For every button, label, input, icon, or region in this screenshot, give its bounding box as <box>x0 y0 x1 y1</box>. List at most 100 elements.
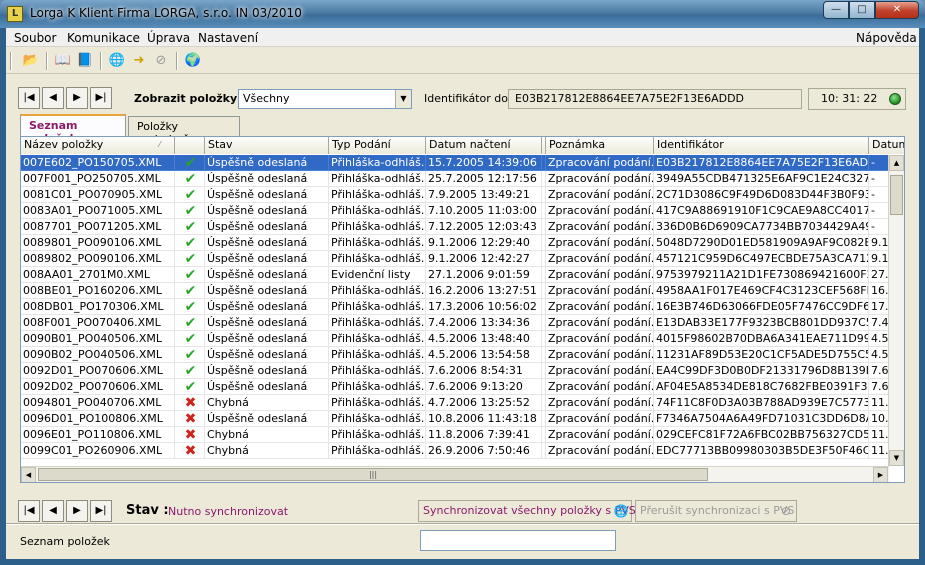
book-icon[interactable]: 📘 <box>76 52 94 70</box>
table-cell-datum: 7.4.2006 13:34:36 <box>426 315 542 331</box>
table-row[interactable]: 007F001_PO250705.XML ✔ Úspěšně odeslaná Při… <box>21 171 904 187</box>
close-button[interactable]: ✕ <box>875 1 919 19</box>
menu-napoveda[interactable]: Nápověda <box>856 31 917 45</box>
menu-uprava[interactable]: Úprava <box>147 31 190 45</box>
filter-select[interactable]: Všechny ▼ <box>238 89 412 109</box>
table-row[interactable]: 008BE01_PO160206.XML ✔ Úspěšně odeslaná Při… <box>21 283 904 299</box>
table-row[interactable]: 0092D02_PO070606.XML ✔ Úspěšně odeslaná Při… <box>21 379 904 395</box>
scroll-down-icon[interactable]: ▼ <box>889 450 904 466</box>
nav-last-button[interactable]: ▶| <box>90 87 112 109</box>
table-cell-typ: Přihláška-odhláš... <box>329 251 426 267</box>
column-header-datum[interactable]: Datum načtení <box>426 137 542 154</box>
minimize-button[interactable]: — <box>823 1 849 19</box>
arrow-right-icon[interactable]: ➜ <box>130 52 148 70</box>
column-header-poznamka[interactable]: Poznámka <box>546 137 654 154</box>
table-cell-typ: Přihláška-odhláš... <box>329 299 426 315</box>
column-header-nazev[interactable]: Název položky <box>21 137 175 154</box>
table-cell-typ: Přihláška-odhláš... <box>329 219 426 235</box>
column-header-datum2[interactable]: Datum <box>869 137 904 154</box>
title-bar[interactable]: L Lorga K Klient Firma LORGA, s.r.o. IN … <box>0 0 925 28</box>
table-cell-stav: Úspěšně odeslaná <box>205 251 329 267</box>
table-row[interactable]: 0096D01_PO100806.XML ✖ Úspěšně odeslaná Při… <box>21 411 904 427</box>
scroll-up-icon[interactable]: ▲ <box>889 155 904 171</box>
table-row[interactable]: 008AA01_2701M0.XML ✔ Úspěšně odeslaná Evide… <box>21 267 904 283</box>
checkmark-icon: ✔ <box>175 155 205 171</box>
table-cell-pozn: Zpracování podání... <box>546 395 654 411</box>
table-row[interactable]: 0096E01_PO110806.XML ✖ Chybná Přihláška-odh… <box>21 427 904 443</box>
bottom-nav-next-button[interactable]: ▶ <box>66 500 88 522</box>
maximize-button[interactable]: □ <box>849 1 875 19</box>
items-grid[interactable]: Název položky Stav Typ Podání Datum načt… <box>20 136 905 483</box>
tab-seznam-polozek[interactable]: Seznam položek <box>20 114 126 145</box>
table-cell-id: 9753979211A21D1FE730869421600F22 <box>654 267 869 283</box>
table-row[interactable]: 0089801_PO090106.XML ✔ Úspěšně odeslaná Při… <box>21 235 904 251</box>
table-cell-datum: 7.10.2005 11:03:00 <box>426 203 542 219</box>
table-cell-typ: Přihláška-odhláš... <box>329 395 426 411</box>
table-row[interactable]: 0090B02_PO040506.XML ✔ Úspěšně odeslaná Při… <box>21 347 904 363</box>
checkmark-icon: ✔ <box>175 331 205 347</box>
bottom-nav-prev-button[interactable]: ◀ <box>42 500 64 522</box>
table-row[interactable]: 0089802_PO090106.XML ✔ Úspěšně odeslaná Při… <box>21 251 904 267</box>
table-row[interactable]: 0083A01_PO071005.XML ✔ Úspěšně odeslaná Při… <box>21 203 904 219</box>
globe-settings-icon[interactable]: 🌍 <box>184 52 202 70</box>
cancel-icon: ⊘ <box>780 504 792 518</box>
table-row[interactable]: 007E602_PO150705.XML ✔ Úspěšně odeslaná Při… <box>21 155 904 171</box>
toolbar-grip <box>10 52 12 70</box>
vertical-scrollbar[interactable]: ▲ ▼ <box>888 155 904 466</box>
table-row[interactable]: 0099C01_PO260906.XML ✖ Chybná Přihláška-odh… <box>21 443 904 459</box>
horizontal-scrollbar[interactable]: ◀ ||| ▶ <box>21 466 889 482</box>
table-cell-stav: Úspěšně odeslaná <box>205 379 329 395</box>
menu-komunikace[interactable]: Komunikace <box>67 31 140 45</box>
menu-nastaveni[interactable]: Nastavení <box>198 31 258 45</box>
nav-next-button[interactable]: ▶ <box>66 87 88 109</box>
table-cell-pozn: Zpracování podání... <box>546 363 654 379</box>
bottom-nav-last-button[interactable]: ▶| <box>90 500 112 522</box>
checkmark-icon: ✔ <box>175 283 205 299</box>
chevron-down-icon[interactable]: ▼ <box>395 90 411 108</box>
nav-first-button[interactable]: |◀ <box>18 87 40 109</box>
table-cell-pozn: Zpracování podání... <box>546 427 654 443</box>
table-row[interactable]: 0090B01_PO040506.XML ✔ Úspěšně odeslaná Při… <box>21 331 904 347</box>
book-open-icon[interactable]: 📖 <box>54 52 72 70</box>
scroll-right-icon[interactable]: ▶ <box>873 467 888 482</box>
menu-soubor[interactable]: Soubor <box>14 31 56 45</box>
table-cell-stav: Úspěšně odeslaná <box>205 267 329 283</box>
table-cell-stav: Úspěšně odeslaná <box>205 171 329 187</box>
open-folder-icon[interactable]: 📂 <box>22 52 40 70</box>
table-cell-stav: Chybná <box>205 427 329 443</box>
hscroll-thumb[interactable]: ||| <box>38 468 708 481</box>
table-row[interactable]: 0094801_PO040706.XML ✖ Chybná Přihláška-odh… <box>21 395 904 411</box>
bottom-nav-first-button[interactable]: |◀ <box>18 500 40 522</box>
table-row[interactable]: 0092D01_PO070606.XML ✔ Úspěšně odeslaná Při… <box>21 363 904 379</box>
column-header-identifikator[interactable]: Identifikátor <box>654 137 869 154</box>
column-header-stav[interactable]: Stav <box>205 137 329 154</box>
stop-sync-button[interactable]: Přerušit synchronizaci s PVS ⊘ <box>635 500 797 522</box>
table-cell-name: 0089801_PO090106.XML <box>21 235 175 251</box>
checkmark-icon: ✔ <box>175 347 205 363</box>
table-row[interactable]: 008F001_PO070406.XML ✔ Úspěšně odeslaná Při… <box>21 315 904 331</box>
cancel-icon[interactable]: ⊘ <box>152 52 170 70</box>
table-cell-id: 5048D7290D01ED581909A9AF9C082E50 <box>654 235 869 251</box>
scroll-thumb[interactable] <box>890 175 903 215</box>
table-cell-name: 008BE01_PO160206.XML <box>21 283 175 299</box>
column-header-typ[interactable]: Typ Podání <box>329 137 426 154</box>
sync-all-button[interactable]: Synchronizovat všechny položky s PVS 🌐 <box>418 500 636 522</box>
nav-prev-button[interactable]: ◀ <box>42 87 64 109</box>
column-header-icon[interactable] <box>175 137 205 154</box>
globe-sync-icon[interactable]: 🌐 <box>108 52 126 70</box>
table-cell-id: 3949A55CDB471325E6AF9C1E24C327EF <box>654 171 869 187</box>
table-cell-pozn: Zpracování podání... <box>546 187 654 203</box>
table-cell-typ: Přihláška-odhláš... <box>329 363 426 379</box>
table-row[interactable]: 008DB01_PO170306.XML ✔ Úspěšně odeslaná Při… <box>21 299 904 315</box>
tab-polozky-podrobne[interactable]: Položky podrobně <box>128 116 240 146</box>
table-cell-name: 0087701_PO071205.XML <box>21 219 175 235</box>
table-row[interactable]: 0081C01_PO070905.XML ✔ Úspěšně odeslaná Při… <box>21 187 904 203</box>
checkmark-icon: ✔ <box>175 315 205 331</box>
table-cell-id: 2C71D3086C9F49D6D083D44F3B0F9371 <box>654 187 869 203</box>
table-row[interactable]: 0087701_PO071205.XML ✔ Úspěšně odeslaná Při… <box>21 219 904 235</box>
table-cell-typ: Přihláška-odhláš... <box>329 443 426 459</box>
table-cell-stav: Úspěšně odeslaná <box>205 363 329 379</box>
checkmark-icon: ✔ <box>175 363 205 379</box>
table-cell-id: EA4C99DF3D0B0DF21331796D8B139D28 <box>654 363 869 379</box>
scroll-left-icon[interactable]: ◀ <box>21 467 36 482</box>
